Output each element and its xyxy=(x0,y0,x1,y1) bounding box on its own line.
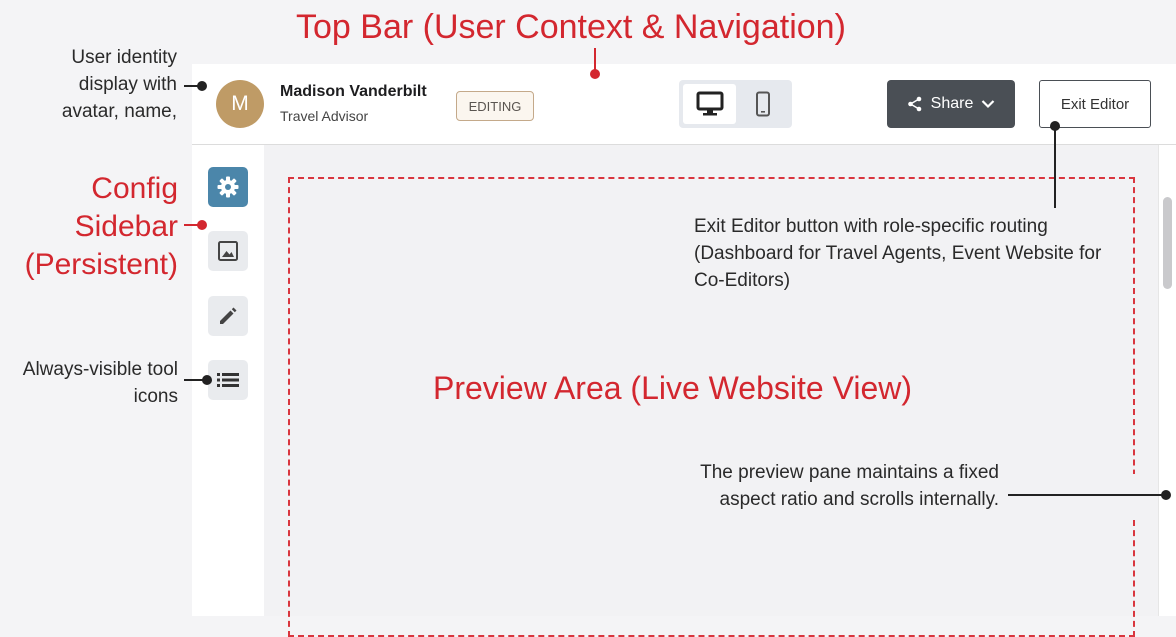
scrollbar-thumb[interactable] xyxy=(1163,197,1172,289)
preview-pane-annotation: The preview pane maintains a fixed aspec… xyxy=(700,459,999,513)
user-name: Madison Vanderbilt xyxy=(280,83,427,100)
preview-pane-connector xyxy=(1008,494,1166,496)
list-tool-button[interactable] xyxy=(208,360,248,400)
exit-editor-connector xyxy=(1054,128,1056,208)
mobile-icon xyxy=(756,91,770,117)
config-sidebar-annotation-title: Config Sidebar (Persistent) xyxy=(0,170,178,284)
share-label: Share xyxy=(930,95,974,112)
config-title-line: Sidebar xyxy=(74,210,178,243)
image-tool-button[interactable] xyxy=(208,231,248,271)
tools-annotation: Always-visible tool icons xyxy=(22,359,178,407)
exit-editor-annotation: Exit Editor button with role-specific ro… xyxy=(694,216,1102,291)
user-identity-connector-dot xyxy=(197,81,207,91)
mobile-view-button[interactable] xyxy=(738,84,788,124)
image-icon xyxy=(218,241,238,261)
chevron-down-icon xyxy=(982,100,995,109)
share-button[interactable]: Share xyxy=(887,80,1015,128)
settings-tool-button[interactable] xyxy=(208,167,248,207)
desktop-icon xyxy=(696,91,723,116)
edit-tool-button[interactable] xyxy=(208,296,248,336)
config-title-line: Config xyxy=(91,172,178,205)
preview-pane-connector-dot xyxy=(1161,490,1171,500)
gear-icon xyxy=(217,176,239,198)
avatar: M xyxy=(216,80,264,128)
user-role: Travel Advisor xyxy=(280,108,369,124)
tools-connector-dot xyxy=(202,375,212,385)
top-bar-connector-dot xyxy=(590,69,600,79)
desktop-view-button[interactable] xyxy=(683,84,736,124)
list-icon xyxy=(217,373,239,387)
preview-area-annotation-title: Preview Area (Live Website View) xyxy=(433,370,913,406)
pencil-icon xyxy=(220,307,237,324)
exit-editor-connector-dot xyxy=(1050,121,1060,131)
tools-connector xyxy=(184,379,204,381)
config-title-line: (Persistent) xyxy=(24,248,178,281)
user-identity-annotation: User identity display with avatar, name, xyxy=(61,47,177,122)
config-connector-dot xyxy=(197,220,207,230)
share-icon xyxy=(907,96,921,112)
status-badge: EDITING xyxy=(456,91,534,121)
top-bar-annotation-title: Top Bar (User Context & Navigation) xyxy=(296,8,846,46)
